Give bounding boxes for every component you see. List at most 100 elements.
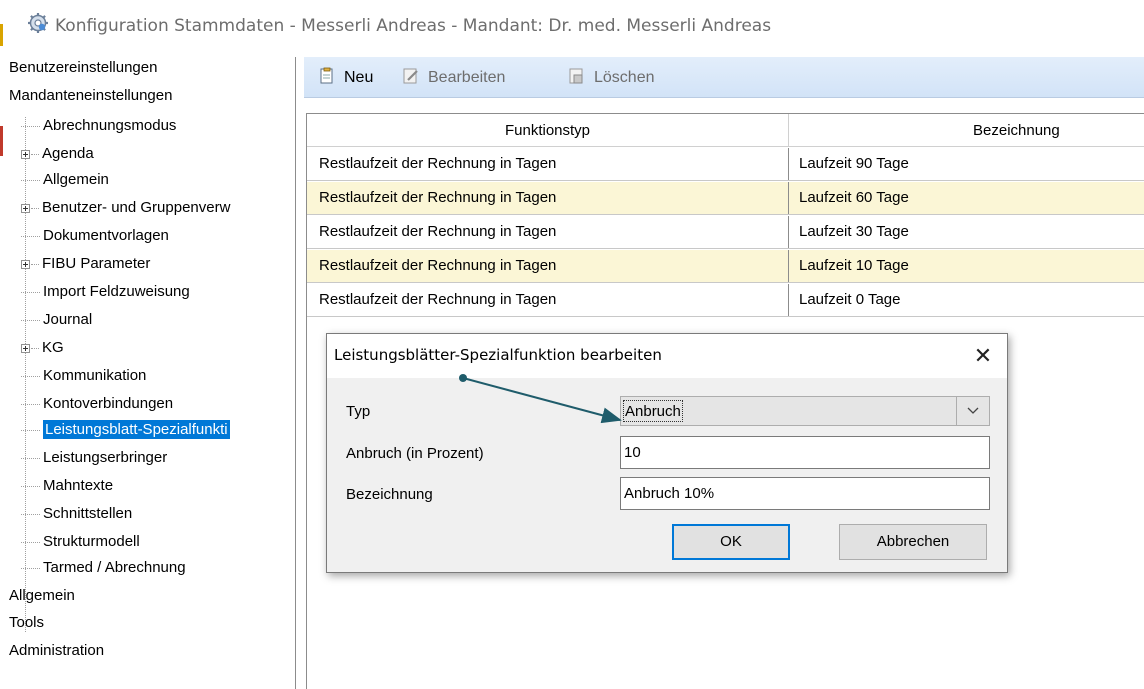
tree-item[interactable]: Leistungserbringer [21,447,167,469]
settings-gear-icon [28,13,48,33]
tree-item[interactable]: FIBU Parameter [21,253,150,275]
tree-item[interactable]: Import Feldzuweisung [21,281,190,303]
tree-item-label: Mahntexte [43,477,114,494]
tree-connector [21,375,40,377]
tree-item-label: Mandanteneinstellungen [9,87,173,104]
tree-item[interactable]: Benutzereinstellungen [9,57,157,79]
tree-connector [31,153,39,155]
tree-item-label: Benutzereinstellungen [9,59,158,76]
delete-button[interactable]: Löschen [568,67,655,89]
cell-bezeichnung: Laufzeit 30 Tage [799,223,909,240]
expand-plus-icon[interactable] [21,259,30,269]
cell-funktionstyp: Restlaufzeit der Rechnung in Tagen [319,223,557,240]
column-separator [788,114,789,147]
tree-item[interactable]: Schnittstellen [21,503,132,525]
column-separator [788,284,789,316]
column-separator [788,216,789,248]
tree-connector [31,347,39,349]
tree-item[interactable]: Abrechnungsmodus [21,115,176,137]
cell-bezeichnung: Laufzeit 0 Tage [799,291,901,308]
column-header-bezeichnung[interactable]: Bezeichnung [973,114,1144,147]
column-separator [788,250,789,282]
tree-item-label: Dokumentvorlagen [43,227,169,244]
tree-item-label: Kontoverbindungen [43,395,174,412]
tree-item-label: Abrechnungsmodus [43,117,177,134]
tree-item[interactable]: Dokumentvorlagen [21,225,169,247]
cell-bezeichnung: Laufzeit 60 Tage [799,189,909,206]
tree-item-label: Leistungsblatt-Spezialfunkti [43,420,230,439]
cell-funktionstyp: Restlaufzeit der Rechnung in Tagen [319,257,557,274]
expand-plus-icon[interactable] [21,149,30,159]
tree-item-label: Administration [9,642,105,659]
cell-funktionstyp: Restlaufzeit der Rechnung in Tagen [319,189,557,206]
cancel-button[interactable]: Abbrechen [839,524,987,560]
edit-button[interactable]: Bearbeiten [402,67,505,89]
tree-item[interactable]: Administration [9,640,104,662]
ok-button[interactable]: OK [672,524,790,560]
tree-item-label: Import Feldzuweisung [43,283,190,300]
column-separator [788,182,789,214]
cell-funktionstyp: Restlaufzeit der Rechnung in Tagen [319,155,557,172]
tree-connector [21,179,40,181]
anbruch-percent-field[interactable]: 10 [620,436,990,469]
tree-item[interactable]: Mahntexte [21,475,113,497]
edge-marker [0,126,3,156]
expand-plus-icon[interactable] [21,343,30,353]
cell-bezeichnung: Laufzeit 10 Tage [799,257,909,274]
typ-select[interactable]: Anbruch [620,396,990,426]
bezeichnung-label: Bezeichnung [346,486,433,503]
table-row[interactable]: Restlaufzeit der Rechnung in Tagen Laufze… [307,284,1144,317]
combo-separator [956,397,957,425]
delete-icon [569,68,583,84]
expand-plus-icon[interactable] [21,203,30,213]
table-row[interactable]: Restlaufzeit der Rechnung in Tagen Laufze… [307,182,1144,215]
table-row[interactable]: Restlaufzeit der Rechnung in Tagen Laufze… [307,250,1144,283]
tree-item[interactable]: Agenda [21,143,94,165]
tree-item-label: Benutzer- und Gruppenverw [42,199,231,216]
tree-item[interactable]: KG [21,337,64,359]
tree-item[interactable]: Mandanteneinstellungen [9,85,172,107]
new-document-icon [320,67,333,84]
typ-label: Typ [346,403,371,420]
table-row[interactable]: Restlaufzeit der Rechnung in Tagen Laufze… [307,216,1144,249]
close-icon[interactable]: ✕ [967,340,999,372]
bezeichnung-field[interactable]: Anbruch 10% [620,477,990,510]
tree-item[interactable]: Kontoverbindungen [21,393,173,415]
tree-item-label: Journal [43,311,93,328]
tree-connector [31,263,39,265]
chevron-down-icon[interactable] [964,401,982,421]
anbruch-label: Anbruch (in Prozent) [346,445,484,462]
table-header: Funktionstyp Bezeichnung [307,114,1144,147]
column-header-funktionstyp[interactable]: Funktionstyp [307,114,788,147]
tree-connector [21,485,40,487]
tree-item[interactable]: Tools [9,612,44,634]
tree-item[interactable]: Allgemein [9,585,75,607]
table-row[interactable]: Restlaufzeit der Rechnung in Tagen Laufze… [307,148,1144,181]
cell-funktionstyp: Restlaufzeit der Rechnung in Tagen [319,291,557,308]
tree-item[interactable]: Leistungsblatt-Spezialfunkti [21,419,230,441]
dialog-titlebar: Leistungsblätter-Spezialfunktion bearbei… [327,334,1007,378]
tree-item[interactable]: Allgemein [21,169,109,191]
dialog-title: Leistungsblätter-Spezialfunktion bearbei… [334,346,662,364]
tree-item[interactable]: Tarmed / Abrechnung [21,557,186,579]
tree-item-label: Tarmed / Abrechnung [43,559,186,576]
settings-tree[interactable]: Benutzereinstellungen Mandanteneinstellun… [9,57,296,689]
tree-item-label: Tools [9,614,45,631]
edge-marker [0,24,3,46]
tree-connector [21,235,40,237]
tree-item-label: KG [42,339,64,356]
delete-label: Löschen [594,69,655,86]
window-title: Konfiguration Stammdaten - Messerli Andr… [55,16,772,36]
tree-item-label: Kommunikation [43,367,147,384]
tree-item-label: FIBU Parameter [42,255,151,272]
tree-item[interactable]: Journal [21,309,92,331]
tree-item[interactable]: Benutzer- und Gruppenverw [21,197,230,219]
tree-item-label: Strukturmodell [43,533,140,550]
tree-item[interactable]: Kommunikation [21,365,146,387]
tree-connector [21,319,40,321]
edit-special-function-dialog: Leistungsblätter-Spezialfunktion bearbei… [326,333,1008,573]
tree-item[interactable]: Strukturmodell [21,531,140,553]
tree-connector [21,457,40,459]
new-button[interactable]: Neu [318,67,373,89]
tree-connector [31,207,39,209]
